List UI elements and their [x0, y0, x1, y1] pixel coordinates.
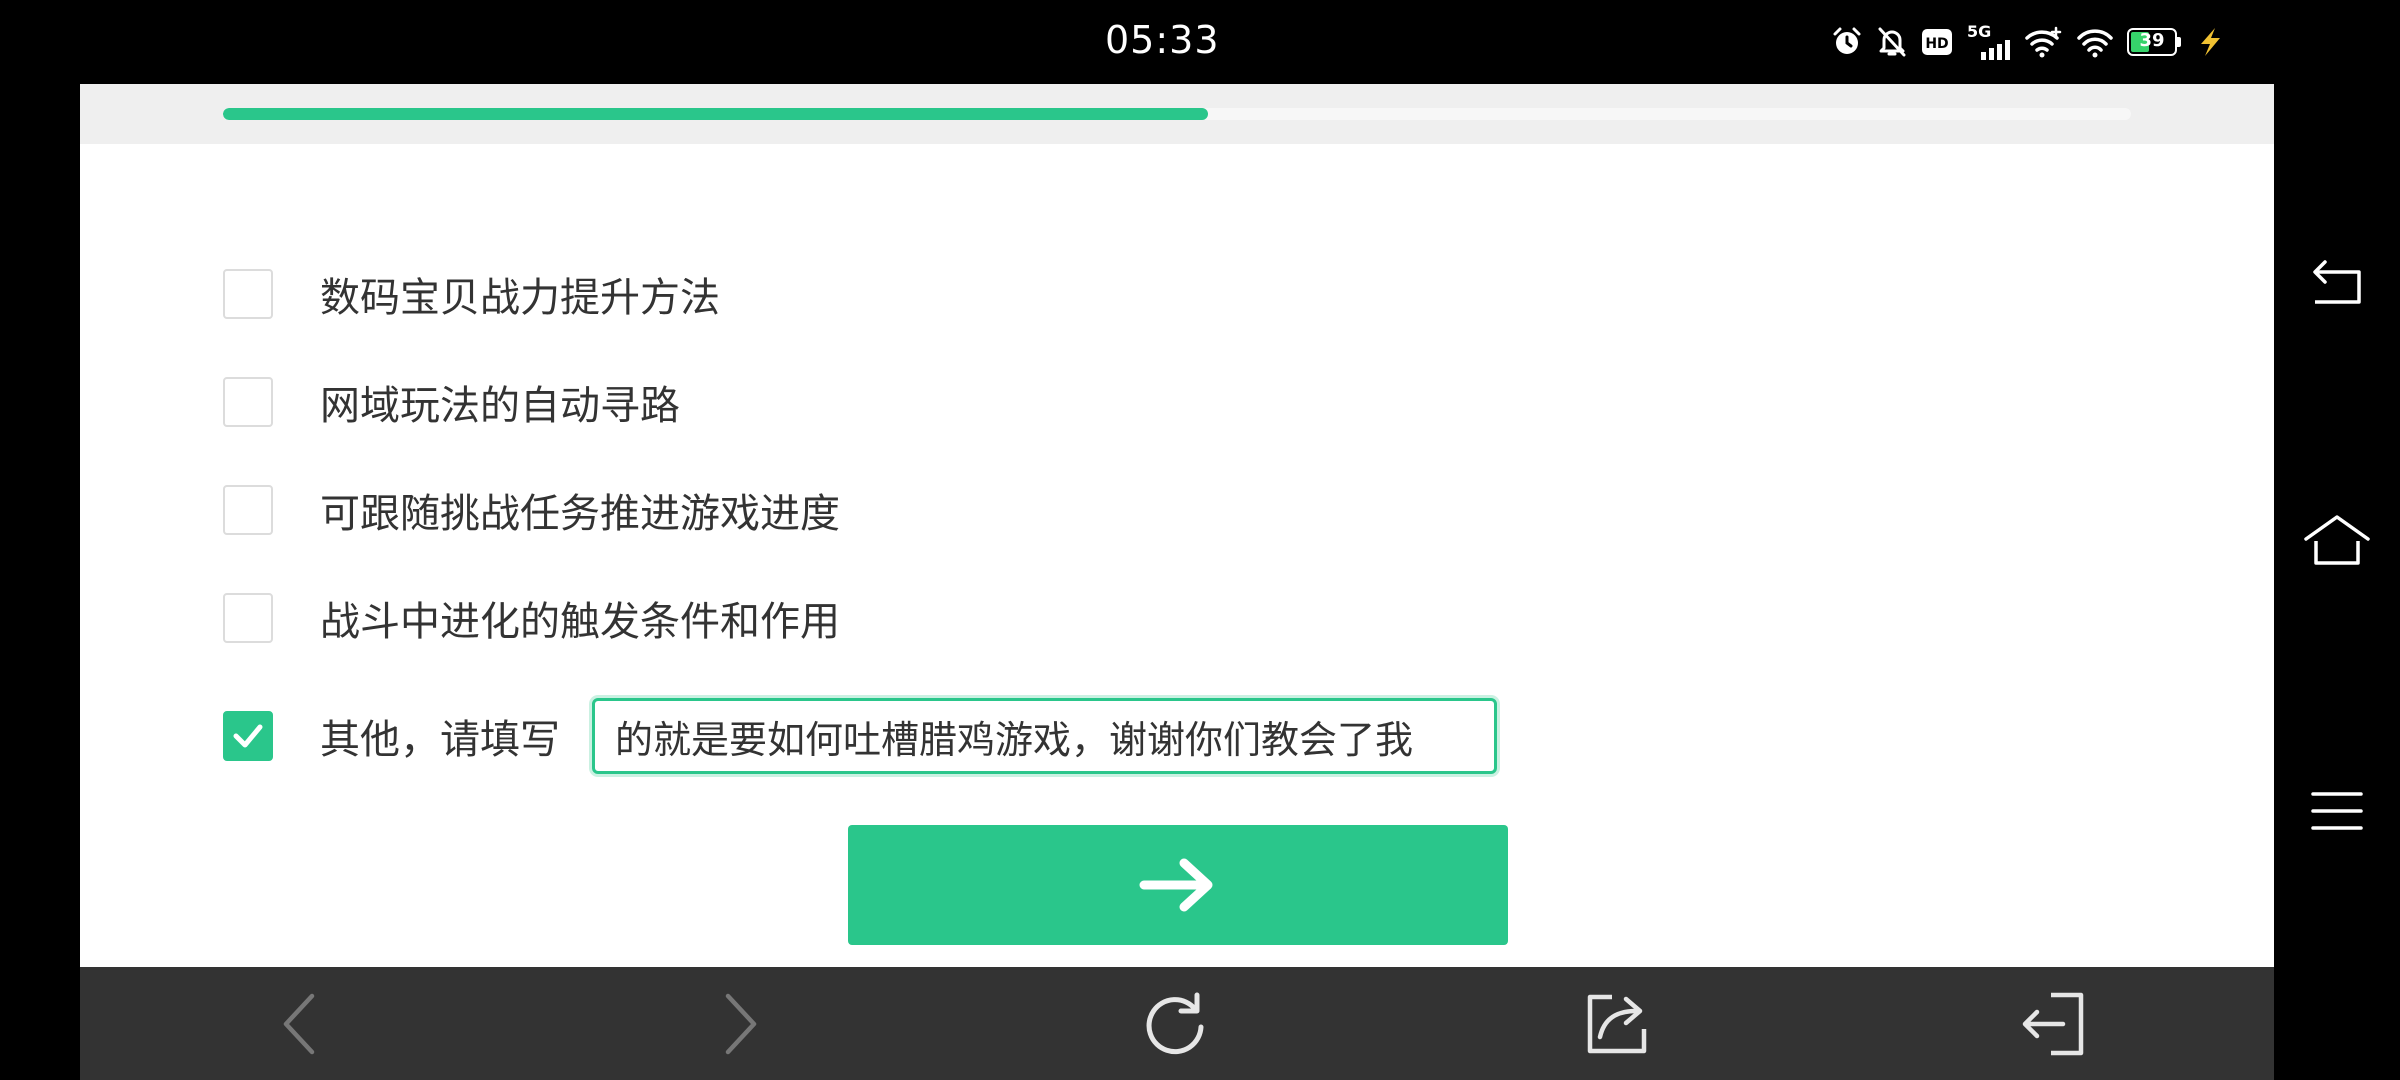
option-item-other[interactable]: 其他，请填写 — [223, 698, 1497, 774]
status-time: 05:33 — [1105, 18, 1220, 62]
option-item[interactable]: 数码宝贝战力提升方法 — [223, 266, 720, 322]
battery-icon: 39 — [2127, 28, 2181, 56]
forward-button[interactable] — [700, 989, 780, 1059]
refresh-button[interactable] — [1136, 989, 1216, 1059]
other-text-input[interactable] — [592, 698, 1497, 774]
nav-home-icon — [2304, 515, 2370, 565]
system-nav-bar — [2274, 84, 2400, 1080]
system-home-button[interactable] — [2302, 506, 2372, 576]
progress-fill — [223, 108, 1208, 120]
exit-button[interactable] — [2013, 989, 2093, 1059]
checkmark-icon — [233, 724, 263, 748]
nav-menu-icon — [2311, 792, 2363, 830]
wifi-icon — [2077, 29, 2113, 58]
signal-5g-icon: 5G — [1967, 22, 2011, 60]
arrow-right-icon — [1139, 858, 1213, 912]
nav-back-icon — [2313, 260, 2361, 304]
bell-off-icon — [1878, 27, 1906, 57]
system-menu-button[interactable] — [2302, 776, 2372, 846]
forward-arrow-icon — [725, 993, 757, 1055]
back-arrow-icon — [283, 993, 315, 1055]
option-label: 其他，请填写 — [320, 717, 560, 763]
share-icon — [1587, 994, 1647, 1054]
refresh-icon — [1146, 992, 1204, 1055]
system-back-button[interactable] — [2302, 250, 2372, 320]
share-button[interactable] — [1577, 989, 1657, 1059]
status-bar: 05:33 HD 5G 39 — [0, 0, 2400, 84]
checkbox[interactable] — [223, 593, 273, 643]
back-button[interactable] — [260, 989, 340, 1059]
option-label: 网域玩法的自动寻路 — [320, 383, 680, 429]
web-content: 数码宝贝战力提升方法 网域玩法的自动寻路 可跟随挑战任务推进游戏进度 战斗中进化… — [80, 84, 2274, 967]
progress-bar — [223, 108, 2131, 120]
hd-icon: HD — [1922, 29, 1952, 55]
browser-toolbar — [80, 967, 2274, 1080]
option-item[interactable]: 战斗中进化的触发条件和作用 — [223, 590, 840, 646]
checkbox-checked[interactable] — [223, 711, 273, 761]
option-item[interactable]: 网域玩法的自动寻路 — [223, 374, 680, 430]
next-button[interactable] — [848, 825, 1508, 945]
option-label: 数码宝贝战力提升方法 — [320, 275, 720, 321]
option-label: 战斗中进化的触发条件和作用 — [320, 599, 840, 645]
exit-icon — [2022, 992, 2084, 1056]
alarm-icon — [1833, 27, 1861, 54]
option-label: 可跟随挑战任务推进游戏进度 — [320, 491, 840, 537]
charging-icon — [2201, 28, 2220, 56]
option-item[interactable]: 可跟随挑战任务推进游戏进度 — [223, 482, 840, 538]
checkbox[interactable] — [223, 269, 273, 319]
checkbox[interactable] — [223, 485, 273, 535]
svg-text:HD: HD — [1925, 36, 1948, 52]
battery-level: 39 — [2139, 30, 2165, 51]
status-icons: HD 5G 39 — [1831, 22, 2225, 62]
progress-area — [80, 84, 2274, 144]
checkbox[interactable] — [223, 377, 273, 427]
wifi-plus-icon — [2025, 26, 2062, 58]
